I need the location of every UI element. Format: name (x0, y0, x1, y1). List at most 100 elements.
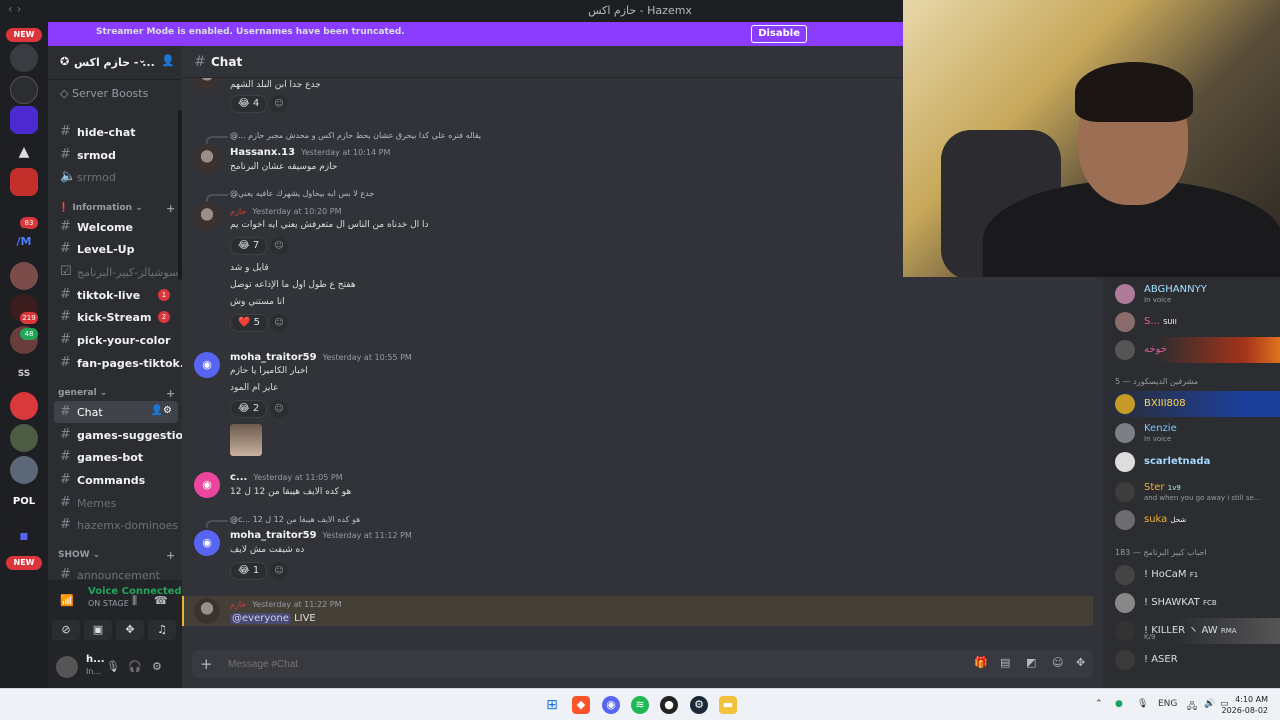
reply-preview[interactable]: @جدع لا بس ايه بيحاول يشهرك عافيه يعني (230, 189, 374, 198)
channel-srmod[interactable]: # srmod (54, 144, 178, 166)
message-author[interactable]: حازم Yesterday at 11:22 PM (230, 600, 342, 609)
category-general[interactable]: general ⌄ + (58, 387, 175, 400)
member-item[interactable]: BXIII808 (1103, 391, 1280, 417)
reaction[interactable]: 😂 4 (230, 95, 268, 113)
image-attachment[interactable] (230, 424, 262, 456)
gif-icon[interactable]: ▤ (1000, 656, 1010, 669)
channel-chat[interactable]: # Chat 👤⚙ (54, 401, 178, 423)
spotify-icon[interactable]: ≋ (631, 696, 649, 714)
server-header[interactable]: ✪ حازم اكس - ... ⌄ 👤 (48, 46, 182, 80)
reply-preview[interactable]: @... يقاله فتره علي كدا بيحرق عشان يحط ح… (230, 131, 481, 140)
obs-icon[interactable]: ● (660, 696, 678, 714)
server-icon[interactable]: POL (10, 488, 38, 516)
add-reaction-icon[interactable]: ☺ (270, 95, 288, 113)
channel-memes[interactable]: # Memes (54, 492, 178, 514)
member-item[interactable]: scarletnada (1103, 449, 1280, 475)
disconnect-icon[interactable]: ☎ (154, 594, 168, 607)
reaction[interactable]: ❤️ 5 (230, 314, 269, 332)
volume-icon[interactable]: 🔊 (1204, 699, 1215, 709)
server-icon[interactable] (10, 456, 38, 484)
steam-icon[interactable]: ⚙ (690, 696, 708, 714)
avatar[interactable] (194, 204, 220, 230)
sticker-icon[interactable]: ◩ (1026, 656, 1036, 669)
add-channel-icon[interactable]: + (166, 387, 175, 400)
tray-app-icon[interactable]: ● (1115, 699, 1123, 709)
emoji-icon[interactable]: ☺ (1052, 656, 1063, 669)
category-information[interactable]: ❗ Information ⌄ + (58, 202, 175, 215)
add-reaction-icon[interactable]: ☺ (270, 562, 288, 580)
folder-icon[interactable]: ▪ (10, 522, 38, 550)
channel-commands[interactable]: # Commands (54, 469, 178, 491)
message-composer[interactable]: + 🎁 ▤ ◩ ☺ ✥ (192, 650, 1093, 678)
file-explorer-icon[interactable]: ▬ (719, 696, 737, 714)
everyone-mention[interactable]: @everyone (230, 613, 291, 624)
invite-icon[interactable]: 👤 (161, 54, 175, 67)
chevron-up-icon[interactable]: ⌃ (1095, 699, 1103, 709)
member-item[interactable]: Ster 1v9 and when you go away i still se.… (1103, 479, 1280, 505)
discord-icon[interactable]: ◉ (602, 696, 620, 714)
disable-button[interactable]: Disable (751, 25, 807, 43)
channel-srrmod[interactable]: 🔈 srrmod (54, 166, 178, 188)
server-icon[interactable]: SS (10, 360, 38, 388)
member-item[interactable]: ! HoCaM F1 (1103, 562, 1280, 588)
system-clock[interactable]: 4:10 AM 2026-08-02 (1222, 694, 1269, 716)
add-channel-icon[interactable]: + (166, 549, 175, 562)
soundboard-button[interactable]: ♫ (148, 620, 176, 640)
camera-off-button[interactable]: ⊘ (52, 620, 80, 640)
message-author[interactable]: حازم Yesterday at 10:20 PM (230, 207, 342, 216)
channel-fan-pages[interactable]: # fan-pages-tiktok... (54, 352, 182, 374)
server-icon[interactable] (10, 392, 38, 420)
add-reaction-icon[interactable]: ☺ (270, 400, 288, 418)
server-icon[interactable] (10, 424, 38, 452)
apps-icon[interactable]: ✥ (1076, 656, 1085, 669)
add-channel-icon[interactable]: + (166, 202, 175, 215)
member-item[interactable]: Kenzie In voice (1103, 420, 1280, 446)
member-item[interactable]: خوخه (1103, 337, 1280, 363)
server-icon[interactable] (10, 76, 38, 104)
noise-suppression-icon[interactable]: ⫼ (132, 594, 137, 608)
add-attachment-icon[interactable]: + (200, 655, 213, 673)
message-author[interactable]: Hassanx.13 Yesterday at 10:14 PM (230, 147, 390, 158)
reply-preview[interactable]: @c... هو كده الايف هيبقا من 12 ل 12 (230, 515, 360, 524)
language-indicator[interactable]: ENG (1158, 699, 1177, 709)
avatar[interactable] (56, 656, 78, 678)
add-reaction-icon[interactable]: ☺ (270, 314, 288, 332)
channel-tiktok-live[interactable]: # tiktok-live 1 (54, 284, 178, 306)
server-icon[interactable]: ▲ (10, 138, 38, 166)
channel-hide-chat[interactable]: # hide-chat (54, 121, 178, 143)
channel-pick-your-color[interactable]: # pick-your-color (54, 329, 178, 351)
channel-games-suggestions[interactable]: # games-suggestions (54, 424, 182, 446)
channel-welcome[interactable]: # Welcome (54, 216, 178, 238)
gift-icon[interactable]: 🎁 (974, 656, 988, 669)
member-item[interactable]: ! ASER (1103, 647, 1280, 673)
server-icon[interactable] (10, 44, 38, 72)
add-reaction-icon[interactable]: ☺ (270, 237, 288, 255)
microphone-icon[interactable]: 🎙 (106, 660, 120, 673)
reaction[interactable]: 😂 1 (230, 562, 268, 580)
server-icon[interactable] (10, 106, 38, 134)
settings-icon[interactable]: 👤⚙ (151, 405, 172, 416)
activities-button[interactable]: ✥ (116, 620, 144, 640)
channel-social[interactable]: ☑ سوشيالز-كبير-البرنامج (54, 261, 178, 283)
member-item[interactable]: ! KILLER ヽ AW RMA K/9 (1103, 618, 1280, 644)
channel-games-bot[interactable]: # games-bot (54, 446, 178, 468)
network-icon[interactable]: 🖧 (1187, 699, 1197, 715)
screen-share-button[interactable]: ▣ (84, 620, 112, 640)
gear-icon[interactable]: ⚙ (152, 660, 162, 673)
reaction[interactable]: 😂 7 (230, 237, 268, 255)
brave-browser-icon[interactable]: ◆ (572, 696, 590, 714)
channel-kick-stream[interactable]: # kick-Stream 2 (54, 306, 178, 328)
avatar[interactable] (194, 78, 220, 90)
member-item[interactable]: ! SHAWKAT FCB (1103, 590, 1280, 616)
server-boosts[interactable]: ◇ Server Boosts (60, 87, 148, 100)
microphone-icon[interactable]: 🎙 (1137, 699, 1148, 709)
server-icon[interactable]: /M (10, 228, 38, 256)
avatar[interactable]: ◉ (194, 352, 220, 378)
channel-level-up[interactable]: # LeveL-Up (54, 238, 178, 260)
message-author[interactable]: c... Yesterday at 11:05 PM (230, 472, 343, 483)
windows-start-icon[interactable]: ⊞ (543, 696, 561, 714)
headphones-icon[interactable]: 🎧 (128, 660, 142, 673)
channel-dominoes[interactable]: # hazemx-dominoes (54, 514, 178, 536)
server-icon[interactable] (10, 262, 38, 290)
message-input[interactable] (228, 654, 948, 674)
